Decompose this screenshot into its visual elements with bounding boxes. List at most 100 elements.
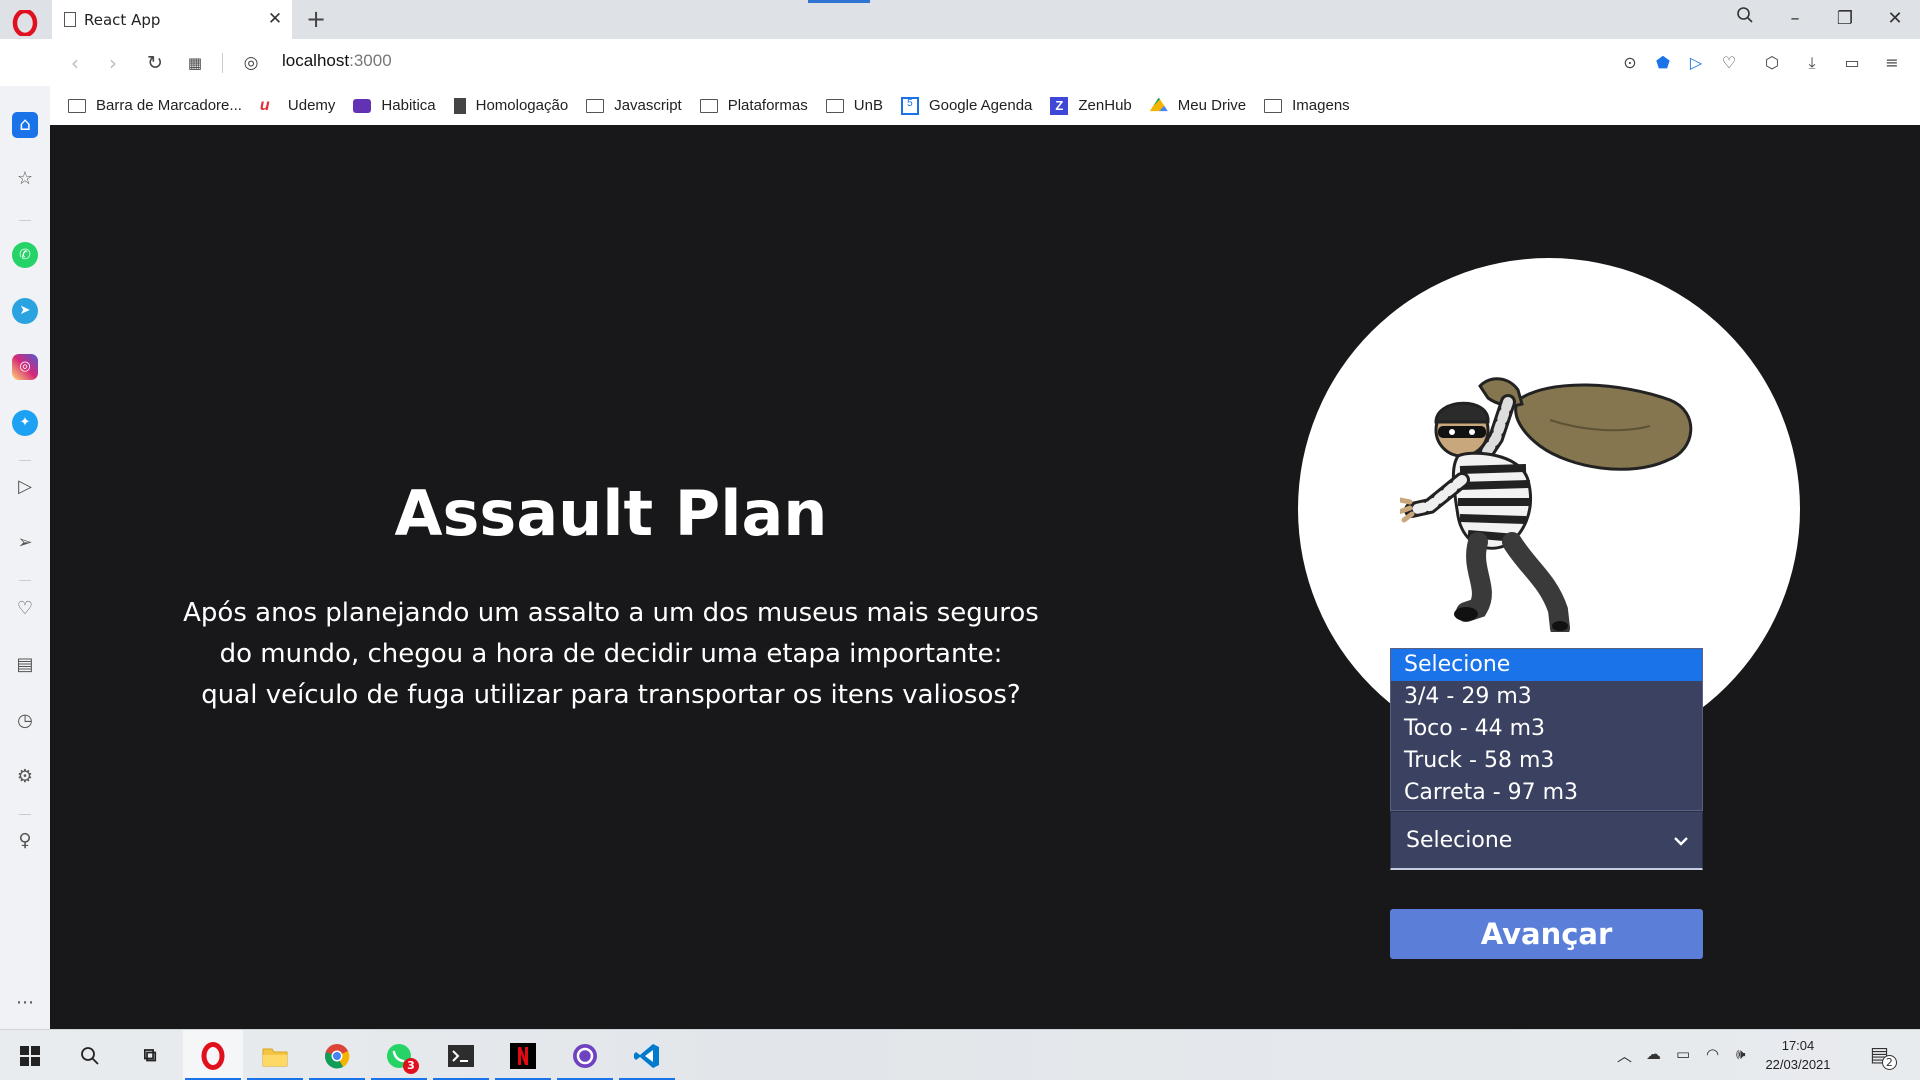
zenhub-icon: Z — [1050, 96, 1069, 115]
site-info-icon[interactable]: ◎ — [238, 50, 264, 76]
reload-button[interactable]: ↻ — [142, 50, 168, 76]
bookmark-label: UnB — [853, 97, 883, 114]
twitter-icon[interactable]: ✦ — [12, 410, 38, 436]
page-icon — [64, 12, 76, 27]
bookmark-label: Google Agenda — [928, 97, 1033, 114]
bookmark-label: Habitica — [381, 97, 436, 114]
folder-icon — [261, 1042, 289, 1070]
bookmark-heart-icon[interactable]: ♡ — [1717, 51, 1741, 75]
telegram-icon[interactable]: ➤ — [12, 298, 38, 324]
speed-dial-star-icon[interactable]: ☆ — [12, 166, 38, 192]
onedrive-cloud-icon[interactable]: ☁ — [1646, 1045, 1661, 1063]
battery-icon[interactable]: ▭ — [1676, 1045, 1690, 1063]
close-tab-icon[interactable]: ✕ — [266, 10, 284, 28]
option-selecione[interactable]: Selecione — [1391, 649, 1702, 681]
action-center-button[interactable]: ▤ 2 — [1870, 1042, 1897, 1070]
player-icon[interactable]: ▷ — [12, 474, 38, 500]
option-carreta[interactable]: Carreta - 97 m3 — [1391, 777, 1702, 809]
wifi-icon[interactable]: ◠ — [1706, 1045, 1719, 1063]
task-view-icon: ⧉ — [143, 1045, 157, 1066]
forward-button[interactable]: › — [100, 50, 126, 76]
search-button[interactable] — [60, 1030, 120, 1080]
taskbar-terminal[interactable] — [431, 1030, 491, 1080]
vpn-shield-icon[interactable]: ⬟ — [1651, 51, 1675, 75]
folder-icon — [699, 98, 718, 113]
home-icon[interactable]: ⌂ — [12, 112, 38, 138]
flow-icon[interactable]: ➢ — [12, 530, 38, 556]
address-divider — [222, 53, 223, 73]
more-options-icon[interactable]: ⋯ — [12, 990, 38, 1016]
google-calendar-icon: 5 — [900, 96, 919, 115]
address-bar: ‹ › ↻ ▦ ◎ localhost:3000 ⊙ ⬟ ▷ ♡ ⬡ ⤓ ▭ ≡ — [0, 39, 1920, 86]
taskbar-file-explorer[interactable] — [245, 1030, 305, 1080]
bookmark-item[interactable]: Meu Drive — [1149, 97, 1246, 114]
sidebar-divider — [19, 460, 31, 461]
news-icon[interactable]: ▤ — [12, 652, 38, 678]
start-button[interactable] — [0, 1030, 60, 1080]
system-clock[interactable]: 17:04 22/03/2021 — [1753, 1036, 1843, 1074]
bookmark-item[interactable]: Javascript — [586, 97, 682, 114]
whatsapp-icon: 3 — [385, 1042, 419, 1074]
taskbar-opera[interactable] — [183, 1030, 243, 1080]
restore-button[interactable]: ❐ — [1829, 6, 1861, 32]
option-toco[interactable]: Toco - 44 m3 — [1391, 713, 1702, 745]
new-tab-button[interactable]: + — [303, 6, 329, 32]
settings-gear-icon[interactable]: ⚙ — [12, 764, 38, 790]
taskbar-chrome[interactable] — [307, 1030, 367, 1080]
chevron-down-icon — [1660, 830, 1702, 851]
volume-speaker-icon[interactable]: 🕪 — [1736, 1045, 1745, 1063]
tips-lightbulb-icon[interactable]: ♀ — [12, 828, 38, 854]
download-icon[interactable]: ⤓ — [1800, 51, 1824, 75]
advance-button[interactable]: Avançar — [1390, 909, 1703, 959]
folder-icon — [1264, 98, 1283, 113]
url-host: localhost — [282, 51, 350, 70]
taskbar-vscode[interactable] — [617, 1030, 677, 1080]
bookmarks-heart-icon[interactable]: ♡ — [12, 596, 38, 622]
bookmark-item[interactable]: Habitica — [353, 97, 436, 114]
search-tabs-icon[interactable] — [1729, 6, 1761, 32]
vscode-icon — [633, 1042, 661, 1070]
flow-send-icon[interactable]: ▷ — [1684, 51, 1708, 75]
github-icon — [571, 1042, 599, 1070]
bookmark-item[interactable]: Barra de Marcadore... — [68, 97, 242, 114]
clock-date: 22/03/2021 — [1765, 1057, 1831, 1072]
vehicle-select[interactable]: Selecione — [1390, 811, 1703, 870]
extensions-cube-icon[interactable]: ⬡ — [1760, 51, 1784, 75]
bookmark-item[interactable]: Plataformas — [699, 97, 808, 114]
easy-setup-icon[interactable]: ≡ — [1880, 51, 1904, 75]
description-line: do mundo, chegou a hora de decidir uma e… — [219, 639, 1003, 669]
select-value: Selecione — [1406, 827, 1513, 853]
battery-saver-icon[interactable]: ▭ — [1840, 51, 1864, 75]
browser-sidebar: ⌂ ☆ ✆ ➤ ◎ ✦ ▷ ➢ ♡ ▤ ◷ ⚙ ♀ ⋯ — [0, 86, 50, 1029]
bookmark-item[interactable]: u Udemy — [260, 97, 336, 115]
history-clock-icon[interactable]: ◷ — [12, 708, 38, 734]
show-hidden-icons-chevron-up-icon[interactable]: ︿ — [1617, 1045, 1632, 1066]
speed-dial-icon[interactable]: ▦ — [182, 50, 208, 76]
bookmark-item[interactable]: Imagens — [1264, 97, 1350, 114]
bookmark-label: Javascript — [614, 97, 682, 114]
url-field[interactable]: localhost:3000 — [282, 51, 392, 71]
whatsapp-icon[interactable]: ✆ — [12, 242, 38, 268]
back-button[interactable]: ‹ — [62, 50, 88, 76]
udemy-icon: u — [259, 96, 270, 114]
task-view-button[interactable]: ⧉ — [120, 1030, 180, 1080]
bookmark-item[interactable]: UnB — [825, 97, 883, 114]
bookmark-item[interactable]: 5 Google Agenda — [900, 96, 1033, 115]
bookmarks-bar: Barra de Marcadore... u Udemy Habitica H… — [50, 86, 1920, 125]
option-truck[interactable]: Truck - 58 m3 — [1391, 745, 1702, 777]
windows-logo-icon — [16, 1042, 44, 1070]
instagram-icon[interactable]: ◎ — [12, 354, 38, 380]
browser-tab[interactable]: React App ✕ — [52, 0, 292, 39]
minimize-button[interactable]: – — [1779, 6, 1811, 32]
snapshot-icon[interactable]: ⊙ — [1618, 51, 1642, 75]
description-line: qual veículo de fuga utilizar para trans… — [201, 680, 1021, 710]
close-window-button[interactable]: ✕ — [1879, 6, 1911, 32]
thief-illustration — [1400, 377, 1693, 632]
option-3-4[interactable]: 3/4 - 29 m3 — [1391, 681, 1702, 713]
taskbar-whatsapp[interactable]: 3 — [369, 1030, 429, 1080]
bookmark-item[interactable]: Homologação — [453, 97, 568, 114]
opera-logo-icon[interactable] — [12, 10, 38, 36]
taskbar-github-desktop[interactable] — [555, 1030, 615, 1080]
bookmark-item[interactable]: Z ZenHub — [1050, 96, 1132, 115]
taskbar-netflix[interactable] — [493, 1030, 553, 1080]
